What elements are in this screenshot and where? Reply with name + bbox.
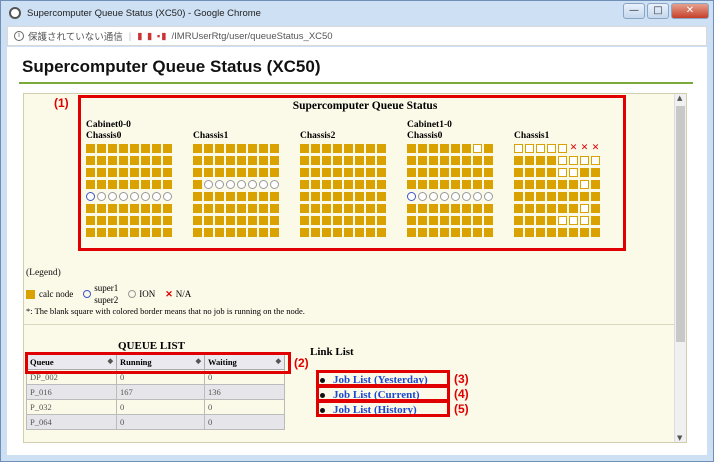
cell-queue: P_064 (26, 414, 117, 430)
annotation-1: (1) (54, 96, 69, 110)
link-list-title: Link List (310, 346, 354, 358)
annotation-3: (3) (454, 372, 469, 386)
window-title: Supercomputer Queue Status (XC50) - Goog… (27, 7, 261, 19)
section-divider (24, 324, 674, 325)
vertical-scrollbar[interactable]: ▲ ▼ (674, 94, 686, 442)
scroll-down-icon[interactable]: ▼ (677, 434, 682, 442)
status-frame: Supercomputer Queue Status Cabinet0-0 Ca… (23, 93, 687, 443)
page-title: Supercomputer Queue Status (XC50) (22, 57, 321, 76)
scroll-up-icon[interactable]: ▲ (677, 94, 682, 102)
annotation-2: (2) (294, 356, 309, 370)
security-status: 保護されていない通信 (28, 32, 123, 43)
queue-list-title: QUEUE LIST (118, 340, 185, 352)
url-text[interactable]: /IMRUserRtg/user/queueStatus_XC50 (172, 31, 333, 42)
cell-waiting: 136 (204, 384, 285, 400)
title-underline (19, 82, 693, 84)
annotation-5: (5) (454, 402, 469, 416)
calc-node-swatch (26, 289, 35, 299)
legend-heading: (Legend) (26, 268, 61, 278)
minimize-icon[interactable]: — (623, 3, 645, 19)
cell-queue: P_016 (26, 384, 117, 400)
table-row: P_064 0 0 (26, 414, 285, 430)
browser-window: Supercomputer Queue Status (XC50) - Goog… (0, 0, 714, 462)
legend-super2-label: super2 (94, 295, 119, 305)
legend-super1-label: super1 (94, 283, 119, 293)
address-bar[interactable]: i 保護されていない通信 | ▮ ▮ ▪▮ /IMRUserRtg/user/q… (7, 26, 707, 46)
cell-queue: P_032 (26, 399, 117, 415)
table-row: P_016 167 136 (26, 384, 285, 400)
table-row: P_032 0 0 (26, 399, 285, 415)
info-icon[interactable]: i (14, 31, 24, 41)
cell-waiting: 0 (204, 399, 285, 415)
cell-running: 0 (116, 414, 205, 430)
maximize-icon[interactable]: □ (647, 3, 669, 19)
cell-running: 167 (116, 384, 205, 400)
redacted-host-icon: ▮ ▮ ▪▮ (137, 30, 168, 42)
cell-waiting: 0 (204, 414, 285, 430)
legend-note: *: The blank square with colored border … (26, 306, 305, 316)
na-icon: ✕ (165, 288, 173, 299)
super-node-icon (83, 290, 92, 298)
close-icon[interactable]: ✕ (671, 3, 709, 19)
annotation-4: (4) (454, 387, 469, 401)
cell-running: 0 (116, 399, 205, 415)
scroll-thumb[interactable] (676, 106, 685, 342)
divider: | (128, 30, 132, 42)
legend: calc node super1 super2 ION ✕ N/A (26, 282, 191, 306)
ion-node-icon (128, 290, 137, 298)
legend-calc-label: calc node (39, 289, 74, 299)
title-bar: Supercomputer Queue Status (XC50) - Goog… (1, 1, 713, 25)
highlight-box-link-5 (316, 400, 450, 417)
page-content: Supercomputer Queue Status (XC50) Superc… (7, 47, 707, 455)
legend-ion-label: ION (139, 289, 156, 299)
highlight-box-status (78, 95, 626, 251)
window-controls: — □ ✕ (623, 3, 709, 19)
chrome-icon (9, 7, 21, 19)
legend-na-label: N/A (175, 289, 192, 299)
highlight-box-header (25, 352, 291, 374)
